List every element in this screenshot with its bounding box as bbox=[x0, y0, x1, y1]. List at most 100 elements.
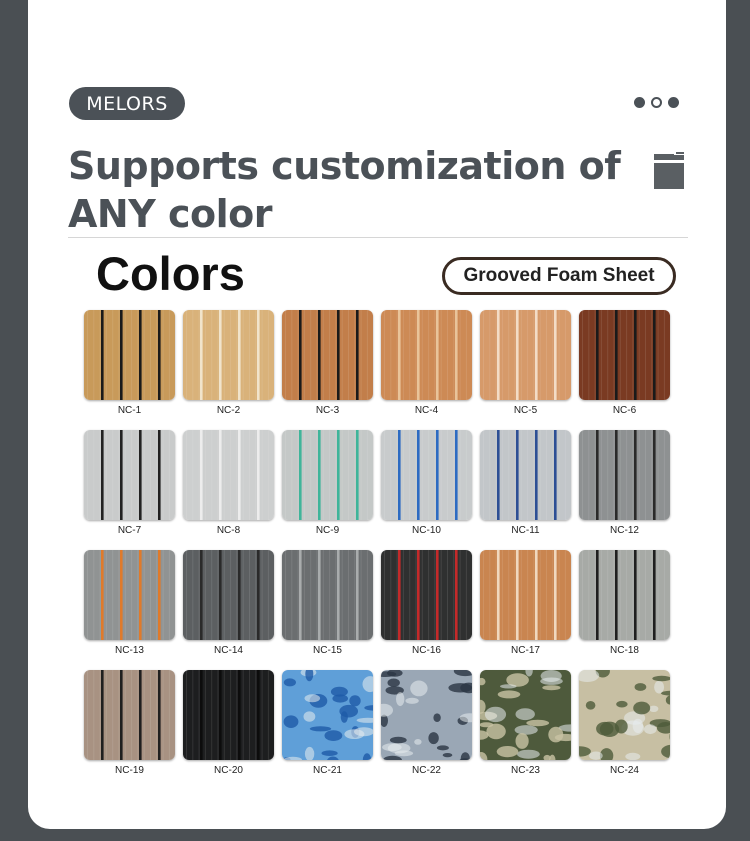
swatch-label: NC-11 bbox=[511, 525, 540, 536]
page-title-line-1: Supports customization of bbox=[68, 144, 621, 188]
swatch-nc-20[interactable] bbox=[183, 670, 274, 760]
brand-name: MELORS bbox=[86, 92, 168, 115]
camo-blob bbox=[340, 711, 348, 723]
swatch-nc-24[interactable] bbox=[579, 670, 670, 760]
swatch-nc-17[interactable] bbox=[480, 550, 571, 640]
swatch-label: NC-18 bbox=[610, 645, 639, 656]
groove-line bbox=[200, 310, 203, 400]
swatch-label: NC-23 bbox=[511, 765, 540, 776]
groove-line bbox=[398, 430, 401, 520]
swatch-nc-19[interactable] bbox=[84, 670, 175, 760]
groove-line bbox=[299, 550, 302, 640]
swatch-nc-9[interactable] bbox=[282, 430, 373, 520]
swatch-nc-13[interactable] bbox=[84, 550, 175, 640]
swatch-texture bbox=[579, 310, 670, 400]
swatch-nc-14[interactable] bbox=[183, 550, 274, 640]
product-badge: Grooved Foam Sheet bbox=[442, 257, 676, 295]
swatch-texture bbox=[183, 430, 274, 520]
groove-line bbox=[516, 550, 519, 640]
groove-line bbox=[356, 430, 359, 520]
pager-dot-3[interactable] bbox=[668, 97, 679, 108]
swatch-label: NC-10 bbox=[412, 525, 441, 536]
swatch-nc-21[interactable] bbox=[282, 670, 373, 760]
pager-dot-2[interactable] bbox=[651, 97, 662, 108]
groove-line bbox=[219, 670, 222, 760]
groove-line bbox=[238, 430, 241, 520]
swatch-nc-6[interactable] bbox=[579, 310, 670, 400]
groove-line bbox=[634, 430, 637, 520]
groove-line bbox=[318, 550, 321, 640]
swatch-label: NC-6 bbox=[612, 405, 637, 416]
camo-blob bbox=[548, 726, 564, 743]
groove-line bbox=[436, 550, 439, 640]
page-title: Supports customization of ANY color bbox=[68, 142, 628, 238]
swatch-nc-8[interactable] bbox=[183, 430, 274, 520]
groove-line bbox=[596, 550, 599, 640]
swatch-nc-12[interactable] bbox=[579, 430, 670, 520]
swatch-nc-1[interactable] bbox=[84, 310, 175, 400]
bookmark-save-icon[interactable] bbox=[652, 150, 686, 190]
groove-line bbox=[417, 550, 420, 640]
swatch-texture bbox=[282, 430, 373, 520]
camo-blob bbox=[330, 686, 348, 697]
groove-line bbox=[398, 310, 401, 400]
groove-line bbox=[356, 550, 359, 640]
groove-line bbox=[139, 670, 142, 760]
camo-blob bbox=[500, 684, 517, 689]
swatch-nc-7[interactable] bbox=[84, 430, 175, 520]
swatch-nc-15[interactable] bbox=[282, 550, 373, 640]
swatch-label: NC-3 bbox=[315, 405, 340, 416]
swatch-nc-4[interactable] bbox=[381, 310, 472, 400]
swatch-texture bbox=[84, 550, 175, 640]
swatch-label: NC-21 bbox=[313, 765, 342, 776]
pager-dots[interactable] bbox=[634, 97, 679, 108]
product-badge-label: Grooved Foam Sheet bbox=[463, 265, 655, 286]
groove-line bbox=[356, 310, 359, 400]
groove-line bbox=[497, 550, 500, 640]
groove-line bbox=[417, 430, 420, 520]
groove-line bbox=[615, 310, 618, 400]
swatch-texture bbox=[381, 550, 472, 640]
groove-line bbox=[139, 310, 142, 400]
swatch-nc-2[interactable] bbox=[183, 310, 274, 400]
groove-line bbox=[653, 430, 656, 520]
groove-line bbox=[101, 550, 104, 640]
swatch-nc-18[interactable] bbox=[579, 550, 670, 640]
camo-blob bbox=[644, 724, 657, 735]
camo-blob bbox=[614, 719, 628, 734]
brand-logo: MELORS bbox=[69, 87, 185, 120]
swatch-texture bbox=[183, 550, 274, 640]
groove-line bbox=[535, 550, 538, 640]
groove-line bbox=[120, 670, 123, 760]
swatch-texture bbox=[282, 550, 373, 640]
groove-line bbox=[436, 310, 439, 400]
groove-line bbox=[101, 670, 104, 760]
groove-line bbox=[535, 430, 538, 520]
camo-blob bbox=[436, 745, 449, 751]
groove-line bbox=[120, 430, 123, 520]
swatch-label: NC-15 bbox=[313, 645, 342, 656]
camo-blob bbox=[496, 746, 519, 758]
camo-blob bbox=[585, 701, 596, 710]
groove-line bbox=[497, 310, 500, 400]
swatch-label: NC-24 bbox=[610, 765, 639, 776]
camo-blob bbox=[304, 694, 321, 703]
camo-blob bbox=[405, 697, 419, 704]
swatch-nc-3[interactable] bbox=[282, 310, 373, 400]
camo-blob bbox=[497, 690, 521, 699]
swatch-nc-23[interactable] bbox=[480, 670, 571, 760]
swatch-texture bbox=[84, 430, 175, 520]
pager-dot-1[interactable] bbox=[634, 97, 645, 108]
swatch-nc-16[interactable] bbox=[381, 550, 472, 640]
swatch-nc-10[interactable] bbox=[381, 430, 472, 520]
groove-line bbox=[615, 550, 618, 640]
swatch-texture bbox=[480, 550, 571, 640]
swatch-nc-5[interactable] bbox=[480, 310, 571, 400]
groove-line bbox=[398, 550, 401, 640]
camo-blob bbox=[542, 685, 561, 691]
swatch-nc-22[interactable] bbox=[381, 670, 472, 760]
camo-blob bbox=[394, 750, 414, 757]
groove-line bbox=[554, 310, 557, 400]
swatch-nc-11[interactable] bbox=[480, 430, 571, 520]
swatch-label: NC-4 bbox=[414, 405, 439, 416]
